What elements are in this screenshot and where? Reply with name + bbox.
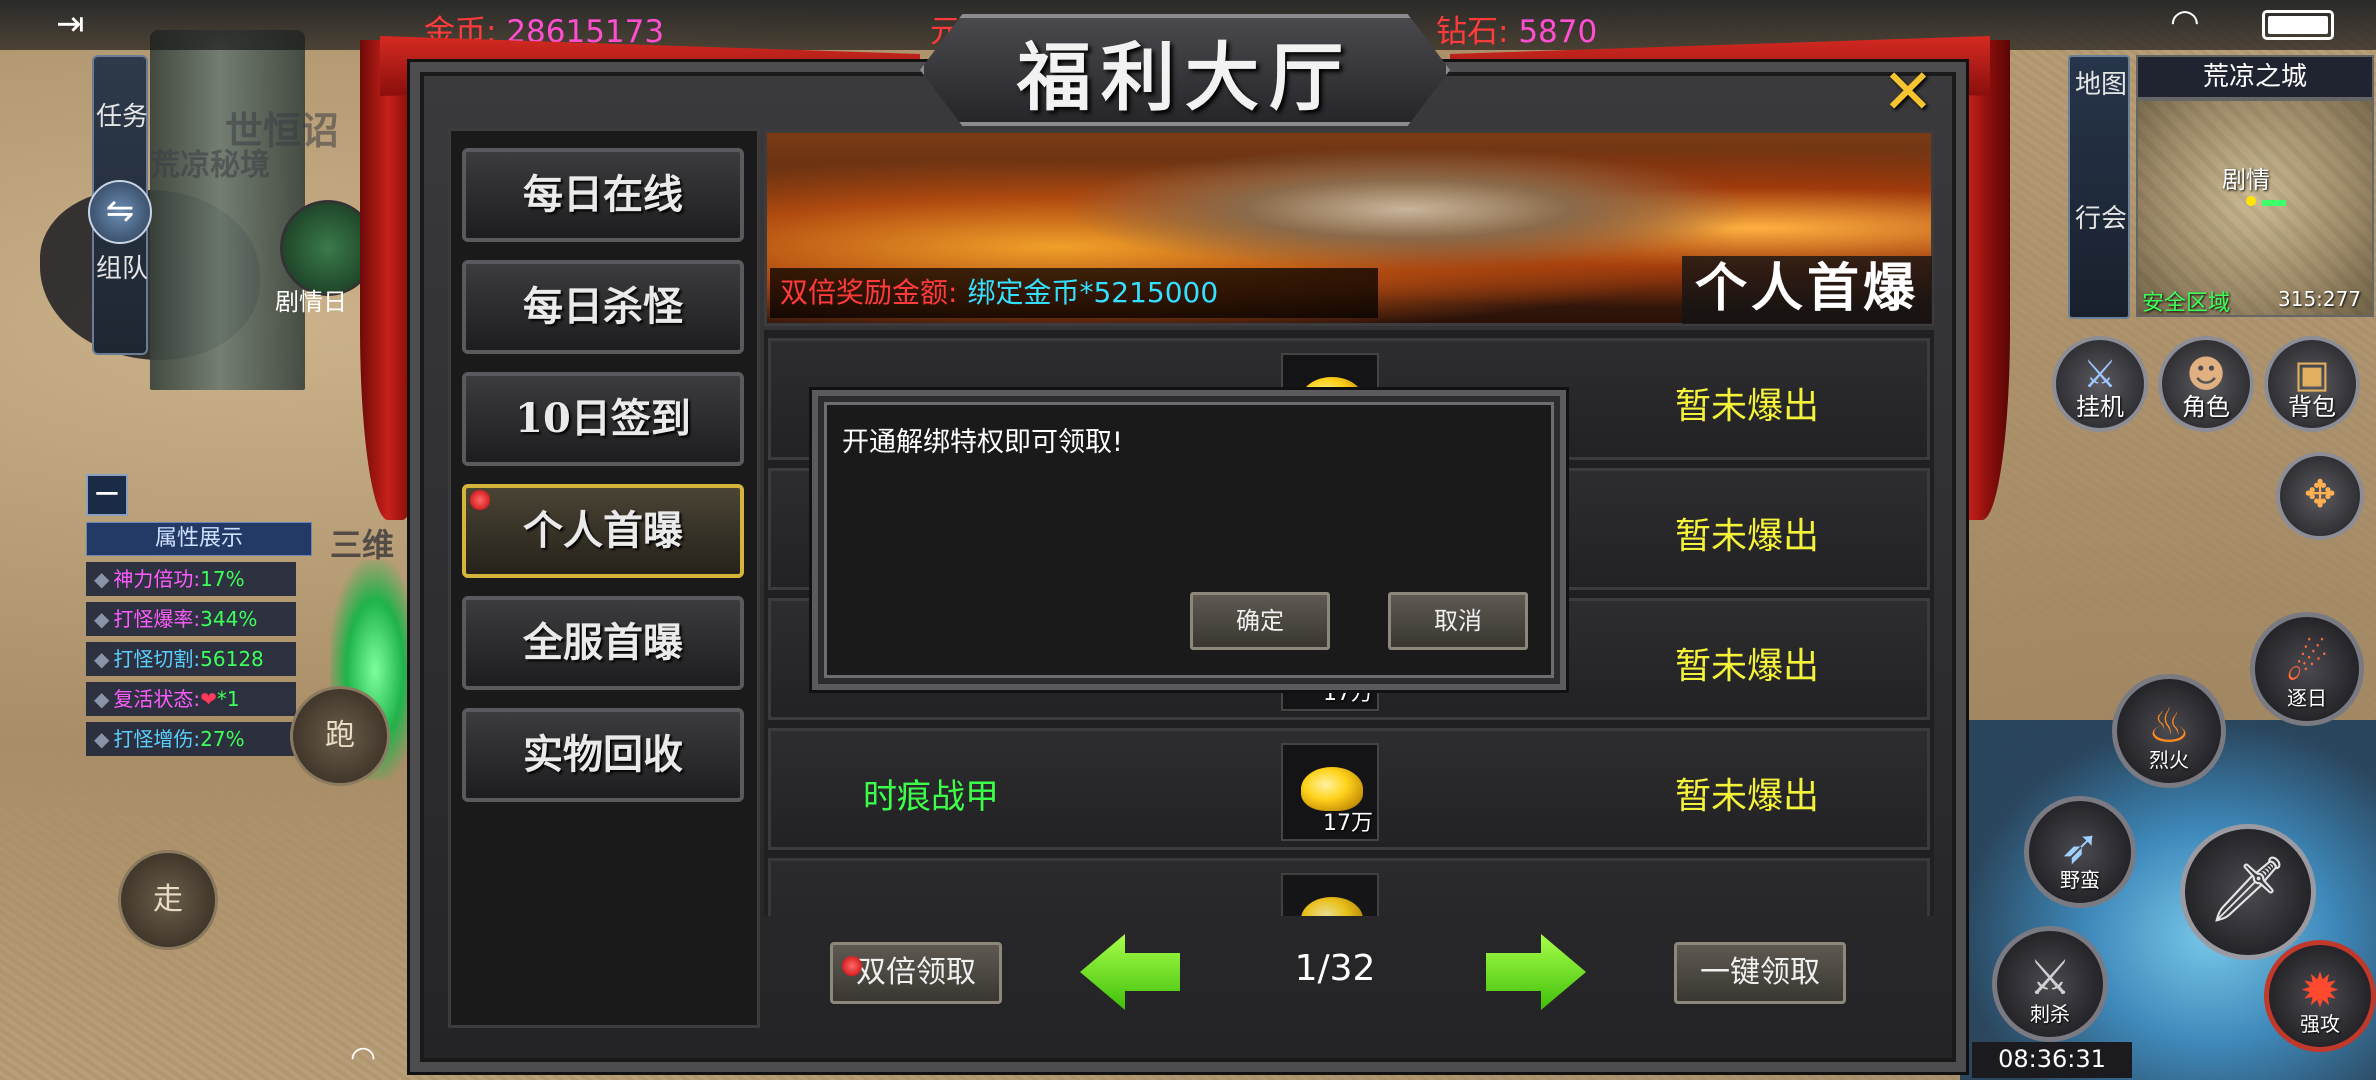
swap-icon[interactable]: ⇋ bbox=[88, 180, 152, 244]
task-tab[interactable]: 任务 bbox=[94, 101, 150, 133]
skill-qianggong[interactable]: ✹ 强攻 bbox=[2264, 940, 2376, 1052]
minimap-marker-label: 剧情 bbox=[2222, 166, 2270, 194]
coordinates: 315:277 bbox=[2278, 287, 2362, 311]
minimap-title: 荒凉之城 bbox=[2136, 55, 2374, 99]
item-name: 时痕战甲 bbox=[863, 777, 999, 817]
wifi-icon: ◠ bbox=[2170, 2, 2200, 42]
bonus-bar: 双倍奖励金额: 绑定金币*5215000 bbox=[770, 268, 1378, 318]
drop-status: 暂未爆出 bbox=[1675, 386, 1820, 427]
player-dot bbox=[2246, 196, 2256, 206]
attribute-row: ◆ 神力倍功:17% bbox=[86, 562, 296, 596]
tab-daily-online[interactable]: 每日在线 bbox=[462, 148, 744, 242]
npc-marker bbox=[2262, 200, 2286, 206]
diamond-bullet-icon: ◆ bbox=[94, 727, 110, 751]
walk-button[interactable]: 走 bbox=[118, 850, 218, 950]
diamond-bullet-icon: ◆ bbox=[94, 567, 110, 591]
diamond-bullet-icon: ◆ bbox=[94, 687, 110, 711]
run-button[interactable]: 跑 bbox=[290, 686, 390, 786]
map-tab[interactable]: 地图 bbox=[2070, 69, 2132, 101]
diamond-bullet-icon: ◆ bbox=[94, 607, 110, 631]
confirm-button[interactable]: 确定 bbox=[1190, 592, 1330, 650]
one-key-claim-button[interactable]: 一键领取 bbox=[1674, 942, 1846, 1004]
drop-status: 暂未爆出 bbox=[1675, 516, 1820, 557]
cancel-button[interactable]: 取消 bbox=[1388, 592, 1528, 650]
diamond-display: 钻石: 5870 bbox=[1436, 6, 1597, 51]
map-label-2: 荒凉秘境 bbox=[150, 148, 270, 183]
skill-cisha[interactable]: ⚔ 刺杀 bbox=[1992, 926, 2108, 1042]
tab-personal-first-drop[interactable]: 个人首曝 bbox=[462, 484, 744, 578]
attack-button[interactable]: 🗡 bbox=[2180, 824, 2316, 960]
collapse-icon[interactable]: − bbox=[86, 474, 128, 516]
statue bbox=[150, 30, 305, 390]
notification-dot bbox=[470, 490, 490, 510]
attribute-row: ◆ 复活状态:❤*1 bbox=[86, 682, 296, 716]
page-indicator: 1/32 bbox=[1294, 948, 1376, 989]
guild-tab[interactable]: 行会 bbox=[2070, 203, 2132, 235]
backpack-button[interactable]: ▣ 背包 bbox=[2264, 336, 2360, 432]
reward-slot[interactable] bbox=[1281, 873, 1379, 916]
auto-battle-button[interactable]: ⚔ 挂机 bbox=[2052, 336, 2148, 432]
bonus-label: 双倍奖励金额: bbox=[780, 276, 958, 309]
drop-status: 暂未爆出 bbox=[1675, 646, 1820, 687]
dialog-title: 福利大厅 bbox=[1017, 35, 1353, 121]
heart-icon: ❤ bbox=[200, 687, 217, 711]
close-icon[interactable]: ✕ bbox=[1880, 61, 1936, 123]
diamond-value: 5870 bbox=[1518, 14, 1598, 50]
character-button[interactable]: ☻ 角色 bbox=[2158, 336, 2254, 432]
tab-item-recycle[interactable]: 实物回收 bbox=[462, 708, 744, 802]
tab-10-day-signin[interactable]: 10日签到 bbox=[462, 372, 744, 466]
attribute-row: ◆ 打怪爆率:344% bbox=[86, 602, 296, 636]
compass-icon: ✥ bbox=[2304, 472, 2336, 516]
safe-zone-label: 安全区域 bbox=[2142, 291, 2231, 316]
attribute-row: ◆ 打怪增伤:27% bbox=[86, 722, 296, 756]
team-tab[interactable]: 组队 bbox=[94, 253, 150, 285]
battery-icon bbox=[2262, 10, 2334, 40]
notification-dot bbox=[842, 956, 862, 976]
reward-slot[interactable]: 17万 bbox=[1281, 743, 1379, 841]
skill-liehuo[interactable]: ♨ 烈火 bbox=[2112, 674, 2226, 788]
skill-zhuri[interactable]: ☄ 逐日 bbox=[2250, 612, 2364, 726]
diamond-bullet-icon: ◆ bbox=[94, 647, 110, 671]
list-item: 时痕战甲 17万 暂未爆出 bbox=[768, 728, 1930, 850]
list-item bbox=[768, 858, 1930, 916]
banner-title: 个人首爆 bbox=[1682, 256, 1932, 324]
map-guild-panel: 地图 行会 bbox=[2068, 55, 2130, 319]
drop-status: 暂未爆出 bbox=[1675, 776, 1820, 817]
gold-coins-icon bbox=[1301, 897, 1363, 916]
attribute-row: ◆ 打怪切割:56128 bbox=[86, 642, 296, 676]
bonus-value: 绑定金币*5215000 bbox=[967, 276, 1219, 309]
wifi-icon: ◠ bbox=[350, 1040, 377, 1075]
tab-server-first-drop[interactable]: 全服首曝 bbox=[462, 596, 744, 690]
big-sword-icon: 🗡 bbox=[2207, 852, 2289, 927]
story-label: 剧情日 bbox=[275, 288, 347, 316]
skill-yeman[interactable]: ➶ 野蛮 bbox=[2024, 796, 2136, 908]
expand-arrow-icon[interactable]: ⇥ bbox=[56, 4, 85, 44]
tab-daily-kill[interactable]: 每日杀怪 bbox=[462, 260, 744, 354]
direction-button[interactable]: ✥ bbox=[2276, 452, 2364, 540]
modal-message: 开通解绑特权即可领取! bbox=[842, 427, 1123, 458]
attribute-panel-title: 属性展示 bbox=[86, 522, 312, 556]
clock: 08:36:31 bbox=[1972, 1042, 2132, 1078]
